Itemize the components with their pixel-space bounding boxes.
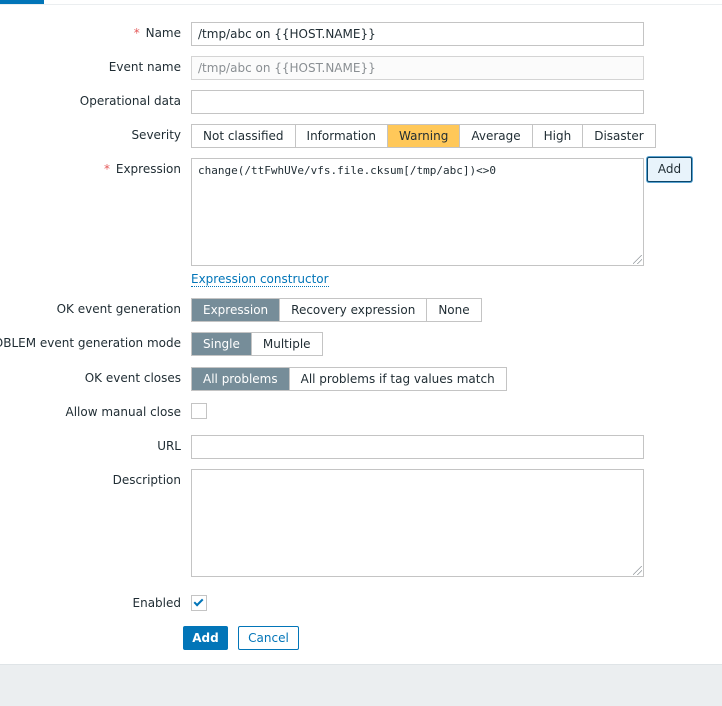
tab-divider: [0, 4, 722, 5]
problem-mode-label: PROBLEM event generation mode: [0, 336, 181, 350]
event-name-label: Event name: [108, 60, 181, 74]
expression-label: * Expression: [104, 162, 181, 177]
add-expression-button[interactable]: Add: [647, 157, 692, 182]
severity-information[interactable]: Information: [294, 125, 387, 147]
cancel-button[interactable]: Cancel: [238, 626, 299, 650]
enabled-checkbox[interactable]: [191, 595, 207, 611]
severity-warning[interactable]: Warning: [387, 125, 460, 147]
severity-label: Severity: [131, 128, 181, 142]
allow-manual-close-label: Allow manual close: [65, 405, 181, 419]
ok-event-generation-selector: Expression Recovery expression None: [191, 298, 482, 322]
closes-tag-match[interactable]: All problems if tag values match: [288, 368, 506, 390]
ok-event-generation-label: OK event generation: [56, 302, 181, 316]
expression-textarea[interactable]: change(/ttFwhUVe/vfs.file.cksum[/tmp/abc…: [191, 158, 644, 266]
ok-gen-recovery-expression[interactable]: Recovery expression: [279, 299, 426, 321]
name-label: * Name: [134, 26, 181, 41]
ok-event-closes-selector: All problems All problems if tag values …: [191, 367, 507, 391]
ok-event-closes-label: OK event closes: [84, 371, 181, 385]
description-textarea[interactable]: [191, 469, 644, 577]
problem-mode-single[interactable]: Single: [192, 333, 251, 355]
name-input[interactable]: /tmp/abc on {{HOST.NAME}}: [191, 22, 644, 46]
required-mark: *: [104, 162, 111, 176]
event-name-input[interactable]: /tmp/abc on {{HOST.NAME}}: [191, 56, 644, 80]
resize-handle-icon[interactable]: [633, 566, 642, 575]
checkmark-icon: [193, 596, 204, 607]
add-button[interactable]: Add: [183, 626, 228, 650]
closes-all-problems[interactable]: All problems: [192, 368, 289, 390]
allow-manual-close-checkbox[interactable]: [191, 403, 207, 419]
enabled-label: Enabled: [132, 596, 182, 610]
ok-gen-expression[interactable]: Expression: [192, 299, 280, 321]
url-input[interactable]: [191, 435, 644, 459]
severity-average[interactable]: Average: [459, 125, 531, 147]
severity-high[interactable]: High: [531, 125, 583, 147]
name-label-text: Name: [145, 26, 181, 40]
problem-mode-multiple[interactable]: Multiple: [250, 333, 322, 355]
page-footer: [0, 664, 722, 706]
operational-data-input[interactable]: [191, 90, 644, 114]
operational-data-label: Operational data: [79, 94, 181, 108]
expression-constructor-link[interactable]: Expression constructor: [191, 272, 329, 287]
ok-gen-none[interactable]: None: [426, 299, 480, 321]
description-label: Description: [112, 473, 181, 487]
expression-value: change(/ttFwhUVe/vfs.file.cksum[/tmp/abc…: [198, 164, 497, 177]
severity-not-classified[interactable]: Not classified: [192, 125, 295, 147]
resize-handle-icon[interactable]: [633, 255, 642, 264]
required-mark: *: [133, 26, 140, 40]
url-label: URL: [157, 439, 181, 453]
severity-disaster[interactable]: Disaster: [582, 125, 654, 147]
severity-selector: Not classified Information Warning Avera…: [191, 124, 656, 148]
expression-label-text: Expression: [115, 162, 181, 176]
problem-mode-selector: Single Multiple: [191, 332, 323, 356]
